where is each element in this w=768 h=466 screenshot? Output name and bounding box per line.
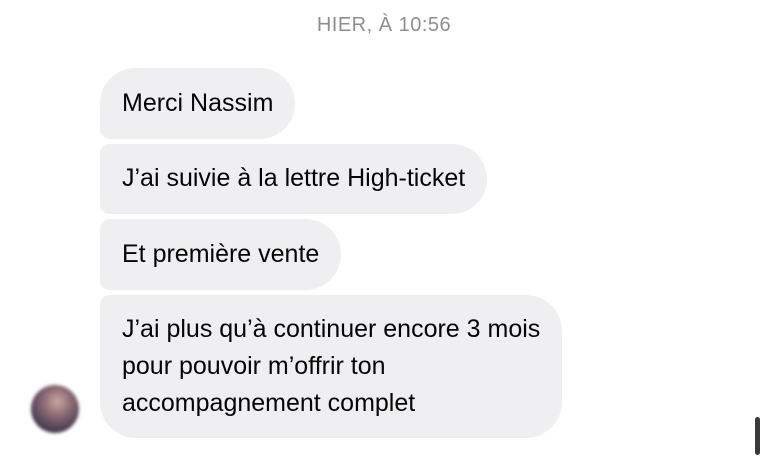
message-text-line: accompagnement complet [122,389,416,417]
message-text: J’ai suivie à la lettre High-ticket [122,164,466,192]
message-bubble[interactable]: J’ai plus qu’à continuer encore 3 mois p… [100,295,563,438]
vertical-scrollbar[interactable] [755,417,760,455]
message-text-line: J’ai plus qu’à continuer encore 3 mois [122,315,541,343]
message-text-line: pour pouvoir m’offrir ton [122,352,386,380]
message-timestamp: HIER, À 10:56 [316,14,452,36]
message-text: Merci Nassim [122,89,274,117]
sender-avatar[interactable] [31,385,79,433]
message-bubble[interactable]: Et première vente [100,219,342,290]
message-bubble[interactable]: J’ai suivie à la lettre High-ticket [100,144,488,214]
message-text: Et première vente [122,240,320,268]
message-bubble[interactable]: Merci Nassim [100,68,296,139]
